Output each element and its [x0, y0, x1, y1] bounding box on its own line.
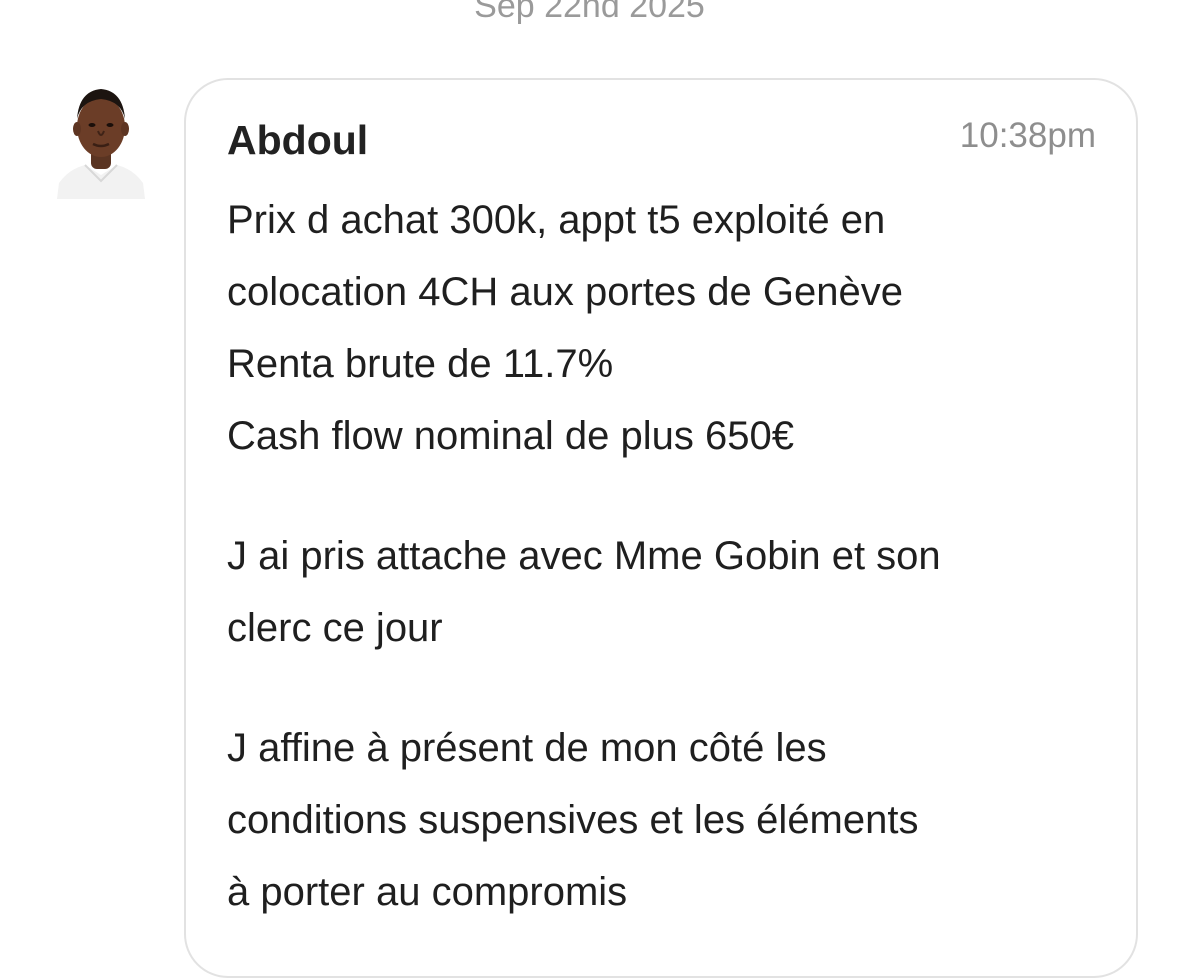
message-line: clerc ce jour [227, 606, 443, 650]
message-body: Prix d achat 300k, appt t5 exploité en c… [227, 184, 1107, 976]
message-paragraph: J affine à présent de mon côté les condi… [227, 712, 1107, 928]
message-line: J ai pris attache avec Mme Gobin et son [227, 534, 941, 578]
date-separator: Sep 22nd 2025 [474, 0, 705, 25]
message-bubble[interactable]: Abdoul 10:38pm Prix d achat 300k, appt t… [184, 78, 1138, 978]
message-line: Prix d achat 300k, appt t5 exploité en [227, 198, 886, 242]
avatar-photo-icon [57, 89, 145, 199]
message-paragraph: J ai pris attache avec Mme Gobin et son … [227, 520, 1107, 664]
message-timestamp: 10:38pm [959, 116, 1096, 155]
avatar[interactable] [55, 83, 147, 199]
message-line: colocation 4CH aux portes de Genève [227, 270, 903, 314]
message-line: à porter au compromis [227, 870, 628, 914]
message-line: conditions suspensives et les éléments [227, 798, 919, 842]
message-line: J affine à présent de mon côté les [227, 726, 827, 770]
message-line: Cash flow nominal de plus 650€ [227, 414, 795, 458]
sender-name: Abdoul [227, 117, 369, 163]
message-line: Renta brute de 11.7% [227, 342, 614, 386]
message-paragraph: Prix d achat 300k, appt t5 exploité en c… [227, 184, 1107, 472]
